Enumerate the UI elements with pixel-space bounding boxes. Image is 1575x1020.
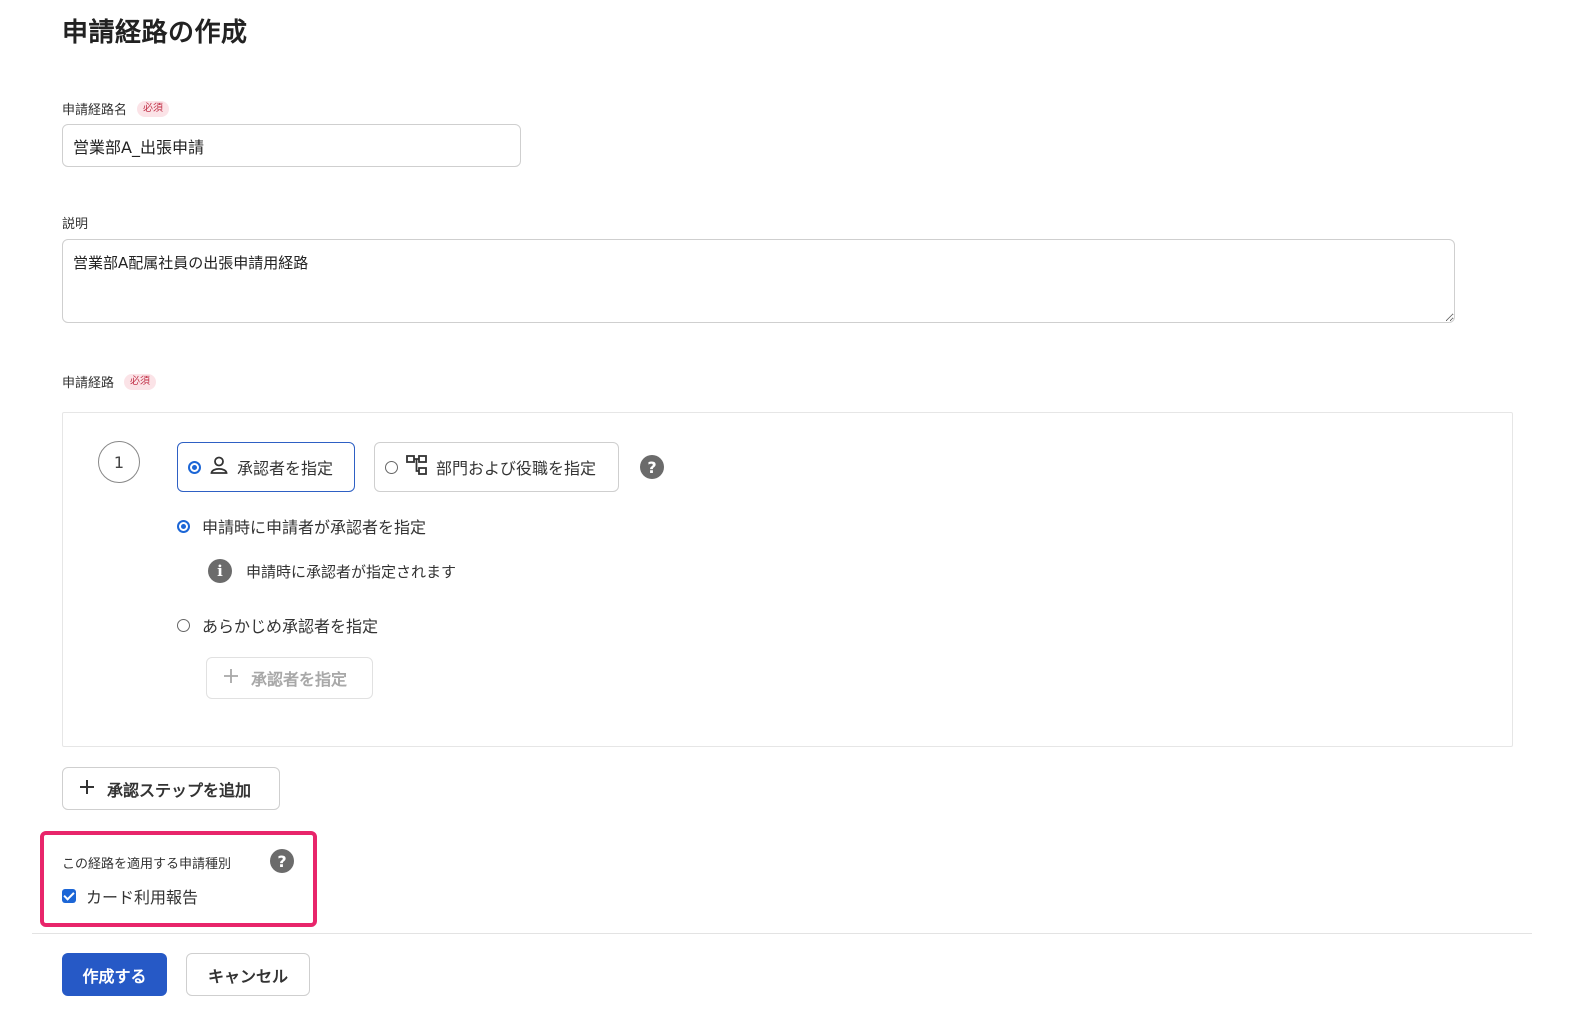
help-icon[interactable]: ? xyxy=(640,455,664,479)
info-icon: i xyxy=(208,559,232,583)
add-approval-step-button[interactable]: 承認ステップを追加 xyxy=(62,767,280,810)
info-text: 申請時に承認者が指定されます xyxy=(246,562,457,581)
mode-option-label: 承認者を指定 xyxy=(237,459,334,478)
mode-radio[interactable] xyxy=(188,460,201,474)
checkbox[interactable] xyxy=(62,889,76,903)
plus-icon xyxy=(223,668,239,688)
approver-option-label: あらかじめ承認者を指定 xyxy=(202,617,379,636)
required-badge: 必須 xyxy=(137,100,170,117)
step-number: 1 xyxy=(98,441,140,483)
route-label: 申請経路 xyxy=(62,376,115,391)
help-icon[interactable]: ? xyxy=(270,849,294,873)
approver-radio[interactable] xyxy=(177,519,190,533)
route-name-input[interactable] xyxy=(62,124,521,167)
highlight-box xyxy=(40,831,317,927)
description-textarea[interactable]: 営業部A配属社員の出張申請用経路 xyxy=(62,239,1455,323)
route-label-row: 申請経路 必須 xyxy=(62,372,157,391)
org-chart-icon xyxy=(406,454,428,480)
info-message: i 申請時に承認者が指定されます xyxy=(208,559,456,583)
description-label: 説明 xyxy=(62,217,89,232)
approver-radio[interactable] xyxy=(177,618,190,632)
cancel-button[interactable]: キャンセル xyxy=(186,953,310,996)
create-button[interactable]: 作成する xyxy=(62,953,167,996)
add-step-label: 承認ステップを追加 xyxy=(107,780,252,800)
divider xyxy=(32,933,1532,934)
description-label-row: 説明 xyxy=(62,213,88,232)
mode-specify-approver-option[interactable]: 承認者を指定 xyxy=(177,442,355,492)
specify-approver-label: 承認者を指定 xyxy=(251,670,348,689)
route-name-label: 申請経路名 xyxy=(62,103,128,118)
approver-option-label: 申請時に申請者が承認者を指定 xyxy=(202,518,427,537)
mode-radio[interactable] xyxy=(385,460,398,474)
specify-approver-button[interactable]: 承認者を指定 xyxy=(206,657,373,699)
route-name-label-row: 申請経路名 必須 xyxy=(62,99,170,118)
mode-option-label: 部門および役職を指定 xyxy=(436,459,597,478)
applicable-type-card-usage[interactable]: カード利用報告 xyxy=(62,884,198,908)
approver-option-at-application[interactable]: 申請時に申請者が承認者を指定 xyxy=(177,514,426,538)
page-title: 申請経路の作成 xyxy=(62,18,248,48)
person-icon xyxy=(209,455,229,479)
required-badge: 必須 xyxy=(124,373,157,390)
plus-icon xyxy=(79,779,95,799)
applicable-type-label: カード利用報告 xyxy=(86,888,199,907)
applicable-types-label: この経路を適用する申請種別 xyxy=(62,857,232,872)
mode-department-role-option[interactable]: 部門および役職を指定 xyxy=(374,442,619,492)
approver-option-preset[interactable]: あらかじめ承認者を指定 xyxy=(177,613,378,637)
